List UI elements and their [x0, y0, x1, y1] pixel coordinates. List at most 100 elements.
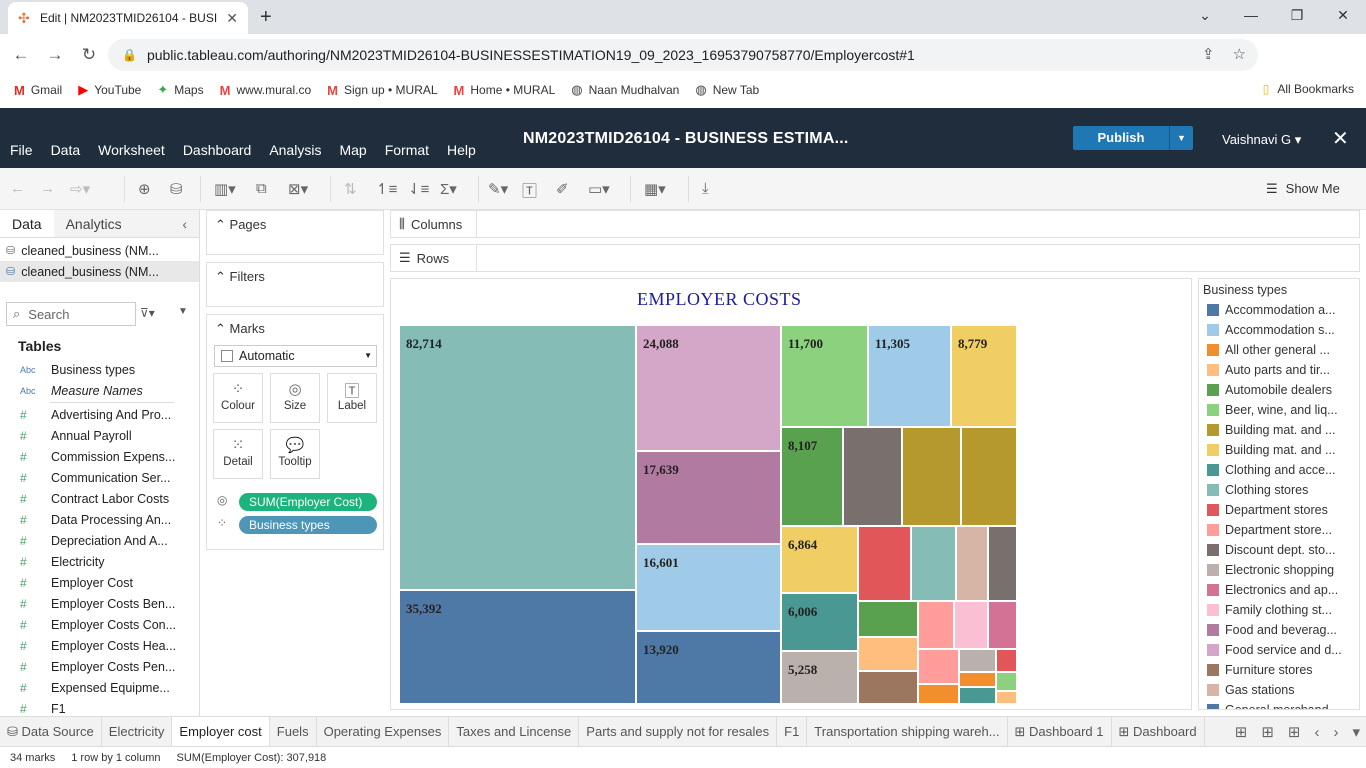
treemap-cell[interactable]: [843, 427, 902, 526]
menu-data[interactable]: Data: [51, 142, 81, 158]
sum-employer-cost-pill[interactable]: SUM(Employer Cost): [239, 493, 377, 511]
legend-item[interactable]: All other general ...: [1199, 340, 1359, 360]
menu-map[interactable]: Map: [339, 142, 366, 158]
datasource-label[interactable]: cleaned_business (NM...: [21, 265, 159, 279]
all-bookmarks[interactable]: ▯ All Bookmarks: [1263, 82, 1354, 96]
presentation-icon[interactable]: ▦▾: [644, 180, 666, 198]
field-measure[interactable]: # Expensed Equipme...: [0, 677, 198, 698]
tab-search-icon[interactable]: ⌄: [1182, 0, 1228, 30]
treemap-cell[interactable]: [918, 684, 959, 704]
legend-item[interactable]: Family clothing st...: [1199, 600, 1359, 620]
treemap-cell[interactable]: [902, 427, 961, 526]
sort-ascending-icon[interactable]: ↿≡: [376, 180, 397, 198]
sheet-tab[interactable]: Employer cost: [172, 716, 270, 747]
show-me-button[interactable]: ☰ Show Me: [1266, 181, 1340, 197]
new-worksheet-icon[interactable]: ▥▾: [214, 180, 236, 198]
publish-button[interactable]: Publish ▼: [1073, 126, 1193, 150]
reload-icon[interactable]: ↻: [72, 45, 106, 65]
back-icon[interactable]: ←: [4, 45, 38, 65]
bookmark-item[interactable]: ✦ Maps: [157, 82, 203, 98]
rows-shelf[interactable]: ☰ Rows: [390, 244, 1360, 272]
undo-icon[interactable]: ←: [10, 180, 25, 197]
treemap-cell[interactable]: [918, 601, 954, 649]
duplicate-sheet-icon[interactable]: ⧉: [256, 180, 267, 197]
publish-dropdown-icon[interactable]: ▼: [1169, 126, 1193, 150]
legend-label[interactable]: Electronic shopping: [1225, 563, 1334, 577]
user-menu[interactable]: Vaishnavi G ▾: [1222, 132, 1301, 148]
legend-label[interactable]: General merchand...: [1225, 703, 1339, 709]
bookmark-label[interactable]: Sign up • MURAL: [344, 83, 438, 97]
restore-icon[interactable]: ❐: [1274, 0, 1320, 30]
field-measure[interactable]: # Data Processing An...: [0, 509, 198, 530]
legend-label[interactable]: Family clothing st...: [1225, 603, 1332, 617]
filter-fields-icon[interactable]: ⊽▾: [140, 306, 155, 320]
sheet-tab[interactable]: ⊞ Dashboard: [1112, 716, 1205, 747]
legend-label[interactable]: Beer, wine, and liq...: [1225, 403, 1338, 417]
datasource-item[interactable]: ⛁ cleaned_business (NM...: [0, 240, 199, 261]
field-name[interactable]: Annual Payroll: [51, 429, 132, 443]
treemap-cell[interactable]: [959, 649, 996, 672]
treemap-cell[interactable]: 35,392: [399, 590, 636, 704]
treemap-cell[interactable]: 16,601: [636, 544, 781, 631]
legend-label[interactable]: Gas stations: [1225, 683, 1294, 697]
totals-icon[interactable]: Σ▾: [440, 180, 457, 198]
forward-icon[interactable]: →: [38, 45, 72, 65]
sheet-tab[interactable]: Fuels: [270, 716, 317, 747]
treemap-cell[interactable]: [996, 672, 1017, 691]
legend-label[interactable]: Electronics and ap...: [1225, 583, 1338, 597]
url-text[interactable]: public.tableau.com/authoring/NM2023TMID2…: [147, 47, 915, 63]
legend-item[interactable]: Accommodation s...: [1199, 320, 1359, 340]
mark-type-dropdown[interactable]: Automatic ▼: [214, 345, 377, 367]
menu-file[interactable]: File: [10, 142, 33, 158]
bookmark-item[interactable]: M Home • MURAL: [454, 83, 556, 98]
bookmark-item[interactable]: ◍ Naan Mudhalvan: [571, 82, 679, 98]
sheet-tab-label[interactable]: Transportation shipping wareh...: [814, 724, 999, 739]
sheet-tab[interactable]: Parts and supply not for resales: [579, 716, 778, 747]
treemap-cell[interactable]: [988, 526, 1017, 601]
datasource-label[interactable]: cleaned_business (NM...: [21, 244, 159, 258]
legend-label[interactable]: Auto parts and tir...: [1225, 363, 1330, 377]
scroll-right-icon[interactable]: ›: [1333, 724, 1338, 741]
field-name[interactable]: Employer Cost: [51, 576, 133, 590]
field-dimension[interactable]: Abc Business types: [0, 359, 198, 380]
treemap-cell[interactable]: [959, 687, 996, 704]
legend-item[interactable]: Building mat. and ...: [1199, 440, 1359, 460]
field-measure[interactable]: # Annual Payroll: [0, 425, 198, 446]
new-dashboard-icon[interactable]: ⊞: [1261, 723, 1274, 741]
sheet-tab-label[interactable]: Taxes and Lincense: [456, 724, 571, 739]
sheet-tab[interactable]: Operating Expenses: [317, 716, 450, 747]
treemap-cell[interactable]: 6,864: [781, 526, 858, 593]
sheet-tab-label[interactable]: F1: [784, 724, 799, 739]
sheet-tab[interactable]: Electricity: [102, 716, 173, 747]
treemap-cell[interactable]: 8,107: [781, 427, 843, 526]
new-story-icon[interactable]: ⊞: [1288, 723, 1301, 741]
tab-analytics-label[interactable]: Analytics: [66, 216, 122, 232]
field-measure[interactable]: # Employer Costs Pen...: [0, 656, 198, 677]
mark-type-label[interactable]: Automatic: [239, 349, 295, 363]
sheet-tab[interactable]: Taxes and Lincense: [449, 716, 580, 747]
new-worksheet-icon[interactable]: ⊞: [1235, 723, 1248, 741]
legend-item[interactable]: Beer, wine, and liq...: [1199, 400, 1359, 420]
legend-label[interactable]: Discount dept. sto...: [1225, 543, 1335, 557]
tooltip-label[interactable]: Tooltip: [278, 456, 311, 468]
browser-tab[interactable]: ✣ Edit | NM2023TMID26104 - BUSI ✕: [8, 2, 248, 34]
treemap-cell[interactable]: 82,714: [399, 325, 636, 590]
size-label[interactable]: Size: [284, 400, 306, 412]
bookmark-label[interactable]: Maps: [174, 83, 203, 97]
treemap-cell[interactable]: 6,006: [781, 593, 858, 651]
user-name[interactable]: Vaishnavi G: [1222, 132, 1291, 147]
treemap-cell[interactable]: [858, 601, 918, 637]
collapse-icon[interactable]: ⌃: [215, 269, 226, 284]
collapse-pane-icon[interactable]: ‹: [182, 216, 187, 232]
legend-label[interactable]: Food and beverag...: [1225, 623, 1337, 637]
legend-label[interactable]: Furniture stores: [1225, 663, 1313, 677]
bookmark-item[interactable]: ◍ New Tab: [695, 82, 759, 98]
share-icon[interactable]: ⇪: [1202, 45, 1215, 63]
sheet-tab[interactable]: Transportation shipping wareh...: [807, 716, 1008, 747]
legend-item[interactable]: Clothing stores: [1199, 480, 1359, 500]
new-datasource-icon[interactable]: ⊕: [138, 180, 151, 198]
treemap-cell[interactable]: 8,779: [951, 325, 1017, 427]
collapse-icon[interactable]: ⌃: [215, 217, 226, 232]
legend-item[interactable]: Department store...: [1199, 520, 1359, 540]
tab-data[interactable]: Data: [0, 210, 54, 237]
